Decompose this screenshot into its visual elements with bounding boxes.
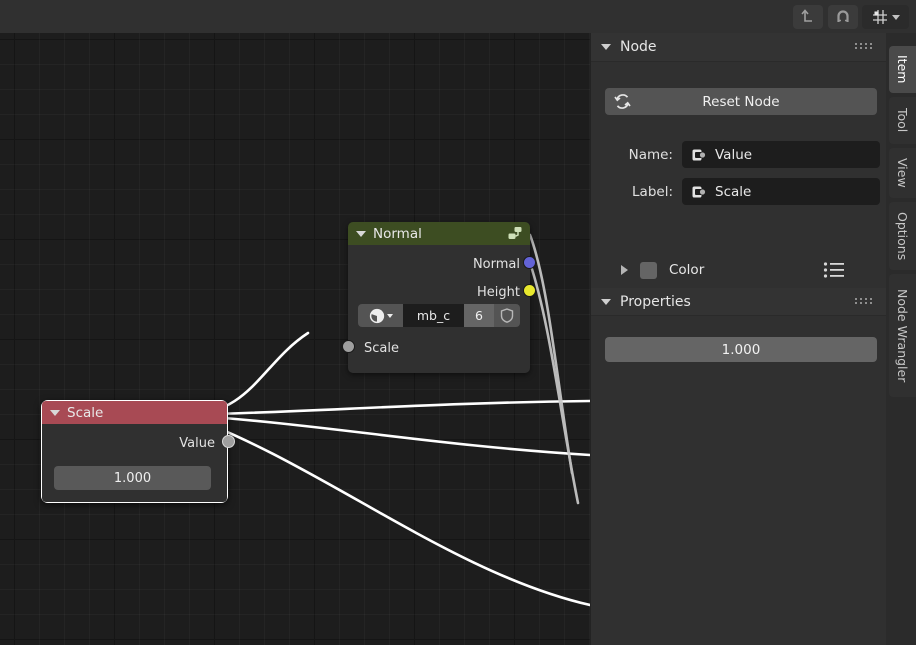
node-socket-icon bbox=[692, 186, 706, 197]
chevron-down-icon bbox=[386, 313, 393, 318]
socket-output-normal[interactable] bbox=[523, 256, 536, 269]
panel-title-node: Node bbox=[620, 39, 657, 55]
properties-sidebar: Node Reset Node Name: Value Label: Scale… bbox=[590, 33, 887, 645]
panel-header-node[interactable]: Node bbox=[591, 33, 887, 62]
texture-browse-button[interactable] bbox=[358, 304, 403, 327]
node-normal-title: Normal bbox=[373, 225, 422, 242]
color-checkbox[interactable] bbox=[640, 261, 657, 279]
name-label: Name: bbox=[628, 146, 673, 163]
node-normal-header[interactable]: Normal bbox=[348, 222, 530, 245]
tab-view-label: View bbox=[895, 158, 910, 188]
node-editor-canvas[interactable]: Normal Normal Height mb_c 6 Scale Scale … bbox=[0, 33, 590, 645]
node-normal-body: Normal Height mb_c 6 Scale bbox=[342, 245, 536, 373]
link-3 bbox=[183, 413, 590, 607]
color-label: Color bbox=[669, 262, 705, 278]
node-scale[interactable]: Scale Value 1.000 bbox=[41, 400, 235, 503]
collapse-triangle-icon[interactable] bbox=[356, 230, 366, 237]
shield-icon bbox=[500, 308, 514, 323]
fake-user-button[interactable] bbox=[494, 304, 520, 327]
tab-options-label: Options bbox=[895, 211, 910, 261]
texture-name-field[interactable]: mb_c bbox=[403, 304, 464, 327]
editor-header-toolbar bbox=[0, 0, 916, 34]
label-input[interactable]: Scale bbox=[682, 178, 880, 205]
magnet-icon bbox=[837, 10, 849, 22]
node-scale-body: Value 1.000 bbox=[42, 424, 235, 502]
chevron-down-icon bbox=[892, 14, 900, 20]
arrow-up-hook-icon bbox=[801, 9, 812, 22]
sidebar-tab-strip: Item Tool View Options Node Wrangler bbox=[886, 33, 916, 645]
snap-target-dropdown[interactable] bbox=[862, 5, 909, 29]
value-number-field[interactable]: 1.000 bbox=[54, 466, 211, 490]
reset-node-button[interactable]: Reset Node bbox=[605, 88, 877, 115]
tab-view[interactable]: View bbox=[889, 148, 916, 198]
panel-collapse-triangle-icon[interactable] bbox=[601, 298, 611, 305]
node-group-icon bbox=[508, 227, 522, 239]
node-socket-icon bbox=[692, 149, 706, 160]
snap-magnet-toggle[interactable] bbox=[828, 5, 858, 29]
label-field-row: Label: Scale bbox=[591, 178, 887, 205]
name-input[interactable]: Value bbox=[682, 141, 880, 168]
parent-up-button[interactable] bbox=[793, 5, 823, 29]
collapse-triangle-icon[interactable] bbox=[50, 409, 60, 416]
socket-output-height[interactable] bbox=[523, 284, 536, 297]
tab-item-label: Item bbox=[895, 55, 910, 84]
texture-browse-icon bbox=[369, 308, 384, 323]
tab-tool[interactable]: Tool bbox=[889, 97, 916, 144]
input-row-scale: Scale bbox=[364, 341, 399, 356]
tab-node-wrangler-label: Node Wrangler bbox=[895, 288, 910, 383]
panel-header-properties[interactable]: Properties bbox=[591, 288, 887, 316]
list-icon[interactable] bbox=[823, 261, 845, 279]
label-value: Scale bbox=[715, 183, 752, 200]
texture-selector-row: mb_c 6 bbox=[358, 304, 520, 327]
socket-input-scale[interactable] bbox=[342, 340, 355, 353]
output-row-height: Height bbox=[477, 285, 520, 300]
node-scale-title: Scale bbox=[67, 404, 104, 421]
node-normal[interactable]: Normal Normal Height mb_c 6 Scale bbox=[342, 222, 536, 373]
link-1 bbox=[183, 399, 590, 417]
label-label: Label: bbox=[632, 183, 673, 200]
name-value: Value bbox=[715, 146, 753, 163]
output-row-normal: Normal bbox=[472, 257, 520, 272]
link-2 bbox=[183, 413, 590, 457]
output-row-value: Value bbox=[179, 436, 215, 451]
panel-title-properties: Properties bbox=[620, 293, 691, 310]
tab-tool-label: Tool bbox=[895, 108, 910, 133]
panel-drag-handle[interactable] bbox=[855, 298, 877, 307]
blender-node-editor-window: Normal Normal Height mb_c 6 Scale Scale … bbox=[0, 0, 916, 645]
socket-output-value[interactable] bbox=[221, 435, 235, 448]
tab-node-wrangler[interactable]: Node Wrangler bbox=[889, 274, 916, 397]
link-normal-out-2 bbox=[528, 261, 580, 505]
reset-node-label: Reset Node bbox=[702, 93, 780, 110]
panel-collapse-triangle-icon[interactable] bbox=[601, 44, 611, 50]
node-scale-header[interactable]: Scale bbox=[42, 401, 227, 424]
color-expand-triangle-icon[interactable] bbox=[621, 265, 628, 275]
properties-value-field[interactable]: 1.000 bbox=[605, 337, 877, 362]
refresh-icon bbox=[614, 94, 631, 109]
tab-options[interactable]: Options bbox=[889, 202, 916, 270]
snap-grid-icon bbox=[873, 10, 887, 24]
texture-user-count[interactable]: 6 bbox=[464, 304, 494, 327]
name-field-row: Name: Value bbox=[591, 141, 887, 168]
tab-item[interactable]: Item bbox=[889, 46, 916, 93]
color-subpanel-row[interactable]: Color bbox=[591, 256, 887, 284]
panel-drag-handle[interactable] bbox=[855, 43, 877, 52]
